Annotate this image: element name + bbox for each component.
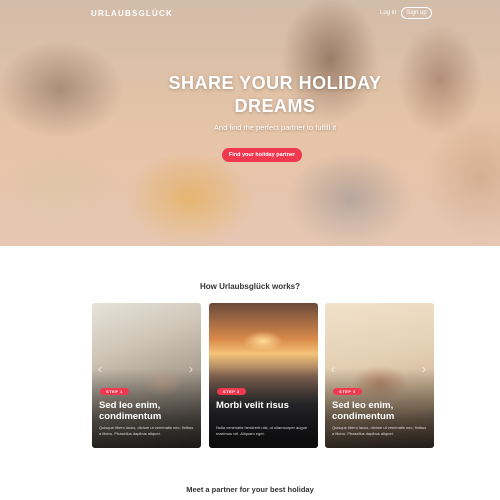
hero-section: URLAUBSGLÜCK Log in Sign up SHARE YOUR H… — [0, 0, 500, 246]
step-card[interactable]: ‹ › STEP 3 Sed leo enim, condimentum Qui… — [325, 303, 434, 448]
step-card-text: Nulla venenatis hendrerit nisl, ut ullam… — [216, 425, 308, 436]
top-nav: URLAUBSGLÜCK Log in Sign up — [0, 7, 500, 21]
chevron-left-icon[interactable]: ‹ — [98, 363, 106, 375]
step-badge: STEP 3 — [333, 388, 362, 395]
signup-button[interactable]: Sign up — [401, 7, 432, 19]
login-link[interactable]: Log in — [380, 10, 396, 16]
step-card-title: Sed leo enim, condimentum — [99, 400, 162, 422]
step-card-title: Morbi velit risus — [216, 400, 289, 411]
hero-subtitle: And find the perfect partner to fulfill … — [213, 123, 337, 132]
meet-partner-title: Meet a partner for your best holiday — [186, 485, 314, 494]
step-badge: STEP 2 — [217, 388, 246, 395]
step-card[interactable]: STEP 2 Morbi velit risus Nulla venenatis… — [209, 303, 318, 448]
chevron-right-icon[interactable]: › — [422, 363, 430, 375]
find-partner-button[interactable]: Find your holiday partner — [222, 148, 302, 162]
step-card-text: Quisque libero lacus, dictum ut venenati… — [332, 425, 427, 436]
chevron-left-icon[interactable]: ‹ — [331, 363, 339, 375]
logo[interactable]: URLAUBSGLÜCK — [91, 9, 173, 18]
how-it-works-title: How Urlaubsglück works? — [199, 282, 301, 291]
step-card-text: Quisque libero lacus, dictum ut venenati… — [99, 425, 194, 436]
step-badge: STEP 1 — [100, 388, 129, 395]
hero-title: SHARE YOUR HOLIDAY DREAMS — [168, 73, 382, 116]
chevron-right-icon[interactable]: › — [189, 363, 197, 375]
step-card[interactable]: ‹ › STEP 1 Sed leo enim, condimentum Qui… — [92, 303, 201, 448]
step-card-title: Sed leo enim, condimentum — [332, 400, 395, 422]
